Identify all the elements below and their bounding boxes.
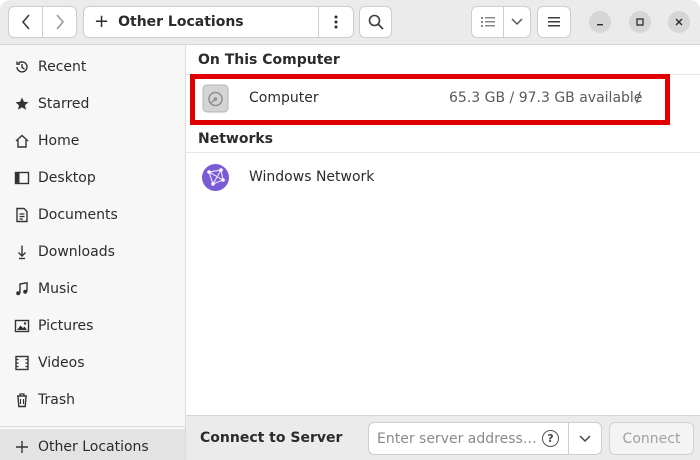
location-mount-point: / (636, 90, 641, 106)
sidebar: Recent Starred Home Desktop Documents Do… (0, 45, 186, 460)
recent-servers-button[interactable] (568, 422, 602, 455)
server-address-input[interactable] (368, 422, 569, 455)
header-bar: + Other Locations (0, 0, 700, 45)
sidebar-item-recent[interactable]: Recent (0, 49, 185, 85)
sidebar-item-videos[interactable]: Videos (0, 345, 185, 381)
section-title-on-this-computer: On This Computer (198, 52, 340, 68)
sidebar-item-starred[interactable]: Starred (0, 86, 185, 122)
connect-bar: Connect to Server ? Connect (186, 415, 700, 460)
hamburger-icon (548, 17, 560, 27)
sidebar-item-label: Videos (38, 355, 85, 371)
section-divider (186, 74, 700, 75)
chevron-down-icon (511, 18, 523, 26)
close-icon (675, 18, 683, 26)
back-button[interactable] (8, 6, 43, 38)
sidebar-item-label: Downloads (38, 244, 115, 260)
desktop-icon (13, 169, 31, 187)
section-title-networks: Networks (198, 131, 274, 147)
minimize-icon (597, 24, 603, 26)
music-icon (13, 280, 31, 298)
sidebar-item-trash[interactable]: Trash (0, 382, 185, 418)
location-row-computer[interactable]: Computer 65.3 GB / 97.3 GB available / (186, 78, 700, 118)
sidebar-item-label: Documents (38, 207, 118, 223)
trash-icon (13, 391, 31, 409)
sidebar-item-documents[interactable]: Documents (0, 197, 185, 233)
search-button[interactable] (359, 6, 392, 38)
connect-to-server-label: Connect to Server (200, 430, 343, 446)
sidebar-item-downloads[interactable]: Downloads (0, 234, 185, 270)
sidebar-item-home[interactable]: Home (0, 123, 185, 159)
location-space: 65.3 GB / 97.3 GB available (449, 90, 643, 106)
forward-button[interactable] (42, 6, 77, 38)
network-icon (201, 163, 230, 192)
sidebar-item-other-locations[interactable]: Other Locations (0, 429, 185, 460)
sidebar-item-label: Desktop (38, 170, 96, 186)
close-button[interactable] (668, 11, 690, 33)
sidebar-item-desktop[interactable]: Desktop (0, 160, 185, 196)
sidebar-item-label: Pictures (38, 318, 94, 334)
sidebar-item-label: Other Locations (38, 439, 149, 455)
section-divider (186, 152, 700, 153)
more-vertical-icon (334, 15, 338, 29)
location-name: Windows Network (249, 169, 375, 185)
sidebar-item-label: Trash (38, 392, 75, 408)
sidebar-item-pictures[interactable]: Pictures (0, 308, 185, 344)
picture-icon (13, 317, 31, 335)
location-name: Computer (249, 90, 319, 106)
sidebar-item-label: Music (38, 281, 78, 297)
sidebar-divider (0, 426, 185, 427)
sidebar-item-label: Starred (38, 96, 90, 112)
maximize-button[interactable] (629, 11, 651, 33)
drive-icon (201, 84, 230, 113)
video-icon (13, 354, 31, 372)
document-icon (13, 206, 31, 224)
minimize-button[interactable] (589, 11, 611, 33)
connect-button[interactable]: Connect (609, 422, 694, 455)
chevron-left-icon (21, 14, 30, 30)
home-icon (13, 132, 31, 150)
view-options-button[interactable] (503, 6, 531, 38)
download-icon (13, 243, 31, 261)
clock-icon (13, 58, 31, 76)
chevron-right-icon (55, 14, 64, 30)
plus-icon (13, 438, 31, 456)
file-manager-window: + Other Locations Recent Starred Home De… (0, 0, 700, 460)
path-location-label: Other Locations (118, 14, 244, 30)
maximize-icon (636, 18, 644, 26)
chevron-down-icon (579, 434, 591, 442)
main-menu-button[interactable] (537, 6, 571, 38)
list-view-button[interactable] (471, 6, 504, 38)
help-icon[interactable]: ? (542, 430, 559, 447)
sidebar-item-label: Recent (38, 59, 87, 75)
plus-icon: + (94, 10, 110, 32)
search-icon (368, 14, 384, 30)
path-bar: + Other Locations (83, 6, 354, 38)
main-content: On This Computer Computer 65.3 GB / 97.3… (186, 45, 700, 415)
list-view-icon (480, 17, 495, 27)
star-icon (13, 95, 31, 113)
path-menu-button[interactable] (318, 7, 353, 37)
sidebar-item-music[interactable]: Music (0, 271, 185, 307)
sidebar-item-label: Home (38, 133, 80, 149)
path-location[interactable]: + Other Locations (84, 7, 318, 37)
location-row-windows-network[interactable]: Windows Network (186, 157, 700, 197)
